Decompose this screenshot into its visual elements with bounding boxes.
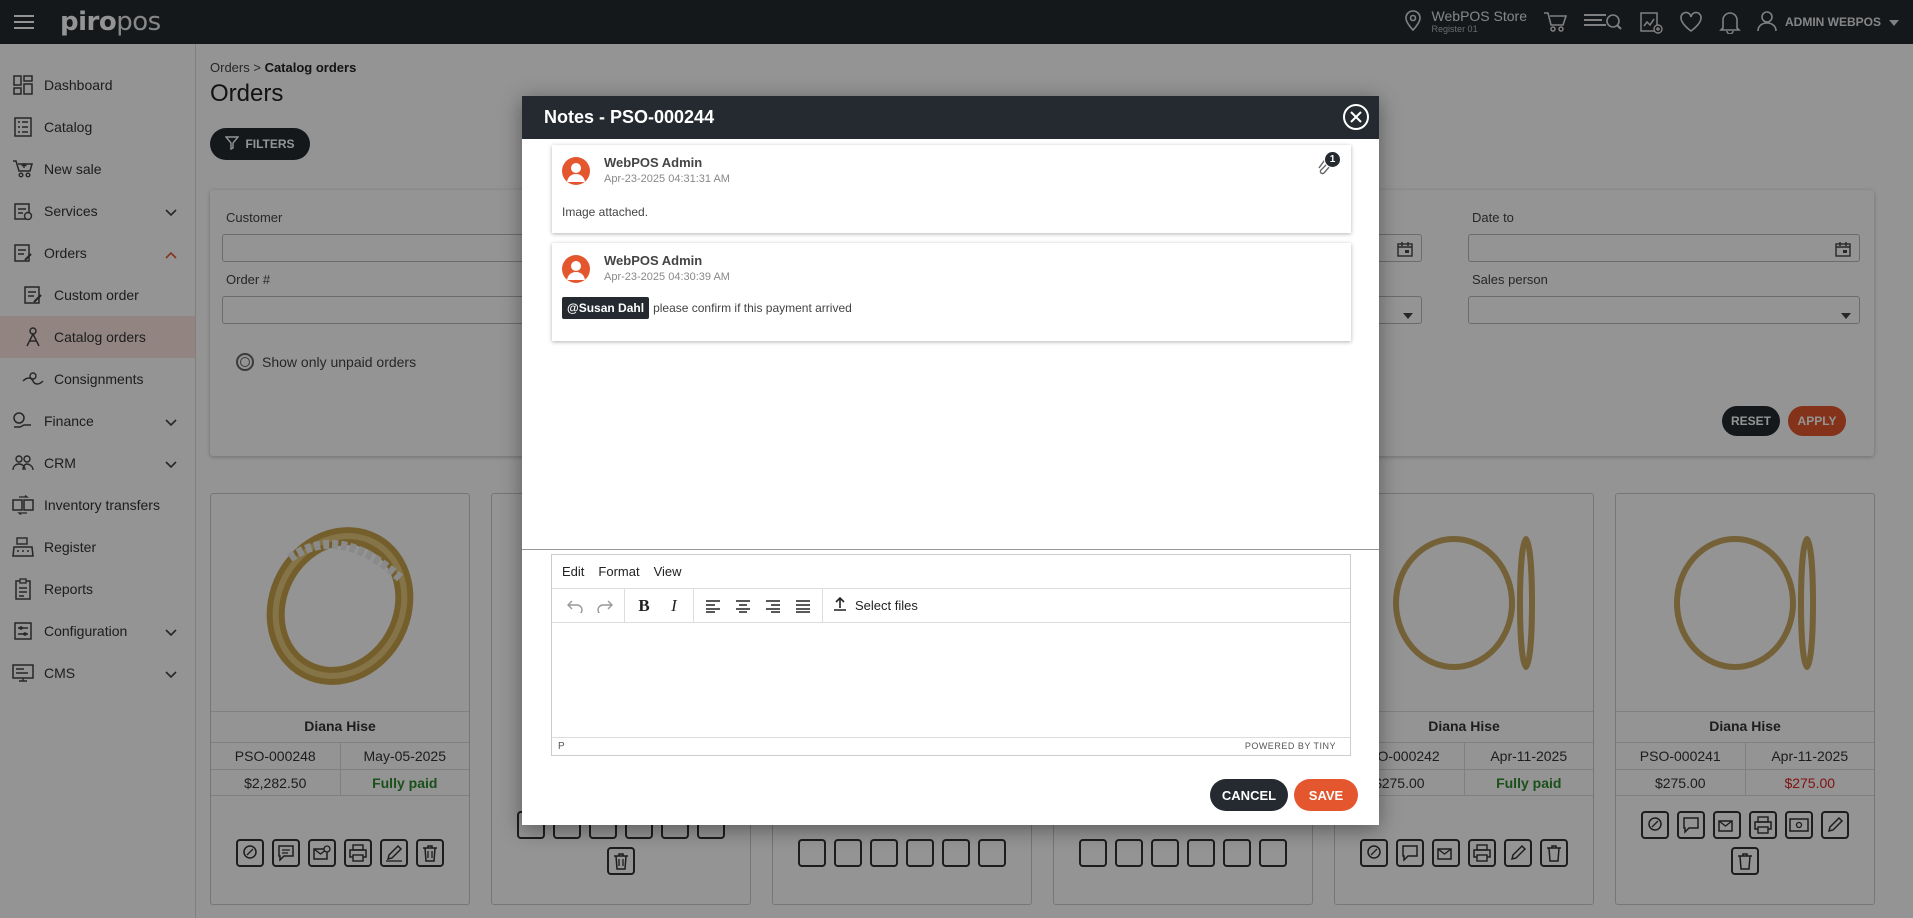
select-files-button[interactable]: Select files xyxy=(827,596,918,615)
note-body: @Susan Dahl please confirm if this paymen… xyxy=(562,297,852,319)
editor-statusbar: P POWERED BY TINY xyxy=(552,737,1350,754)
menu-edit[interactable]: Edit xyxy=(562,564,584,579)
menu-format[interactable]: Format xyxy=(598,564,639,579)
upload-icon xyxy=(833,596,847,615)
menu-view[interactable]: View xyxy=(654,564,682,579)
note-date: Apr-23-2025 04:30:39 AM xyxy=(604,271,730,283)
modal-title: Notes - PSO-000244 xyxy=(544,107,715,127)
note-author: WebPOS Admin xyxy=(604,253,703,268)
align-center-icon[interactable] xyxy=(728,591,758,621)
toolbar-divider xyxy=(693,588,694,623)
select-files-label: Select files xyxy=(855,598,918,613)
rich-text-editor: Edit Format View B I Select files P POWE… xyxy=(551,554,1351,756)
notes-list: WebPOS Admin Apr-23-2025 04:31:31 AM Ima… xyxy=(522,139,1379,550)
toolbar-divider xyxy=(822,588,823,623)
editor-menubar: Edit Format View xyxy=(552,555,1350,589)
note-text: Image attached. xyxy=(562,205,649,219)
align-left-icon[interactable] xyxy=(698,591,728,621)
avatar xyxy=(562,255,590,283)
editor-toolbar: B I Select files xyxy=(552,588,1350,623)
note-item: WebPOS Admin Apr-23-2025 04:30:39 AM @Su… xyxy=(552,243,1351,341)
note-author: WebPOS Admin xyxy=(604,155,703,170)
close-icon[interactable] xyxy=(1343,104,1369,130)
element-path[interactable]: P xyxy=(558,741,565,752)
cancel-button[interactable]: CANCEL xyxy=(1210,779,1288,811)
italic-button[interactable]: I xyxy=(659,591,689,621)
note-item: WebPOS Admin Apr-23-2025 04:31:31 AM Ima… xyxy=(552,145,1351,233)
undo-icon[interactable] xyxy=(560,591,590,621)
editor-content-area[interactable] xyxy=(552,623,1350,737)
toolbar-divider xyxy=(624,588,625,623)
attachment-icon[interactable]: 1 xyxy=(1317,151,1341,180)
note-text: please confirm if this payment arrived xyxy=(653,301,852,315)
save-button[interactable]: SAVE xyxy=(1294,779,1358,811)
avatar xyxy=(562,157,590,185)
redo-icon[interactable] xyxy=(590,591,620,621)
note-date: Apr-23-2025 04:31:31 AM xyxy=(604,173,730,185)
mention-tag[interactable]: @Susan Dahl xyxy=(562,297,650,319)
align-justify-icon[interactable] xyxy=(788,591,818,621)
attachment-count-badge: 1 xyxy=(1324,151,1341,168)
notes-modal: Notes - PSO-000244 WebPOS Admin Apr-23-2… xyxy=(522,96,1379,825)
powered-by-link[interactable]: POWERED BY TINY xyxy=(1245,741,1336,751)
bold-button[interactable]: B xyxy=(629,591,659,621)
modal-header: Notes - PSO-000244 xyxy=(522,96,1379,139)
align-right-icon[interactable] xyxy=(758,591,788,621)
